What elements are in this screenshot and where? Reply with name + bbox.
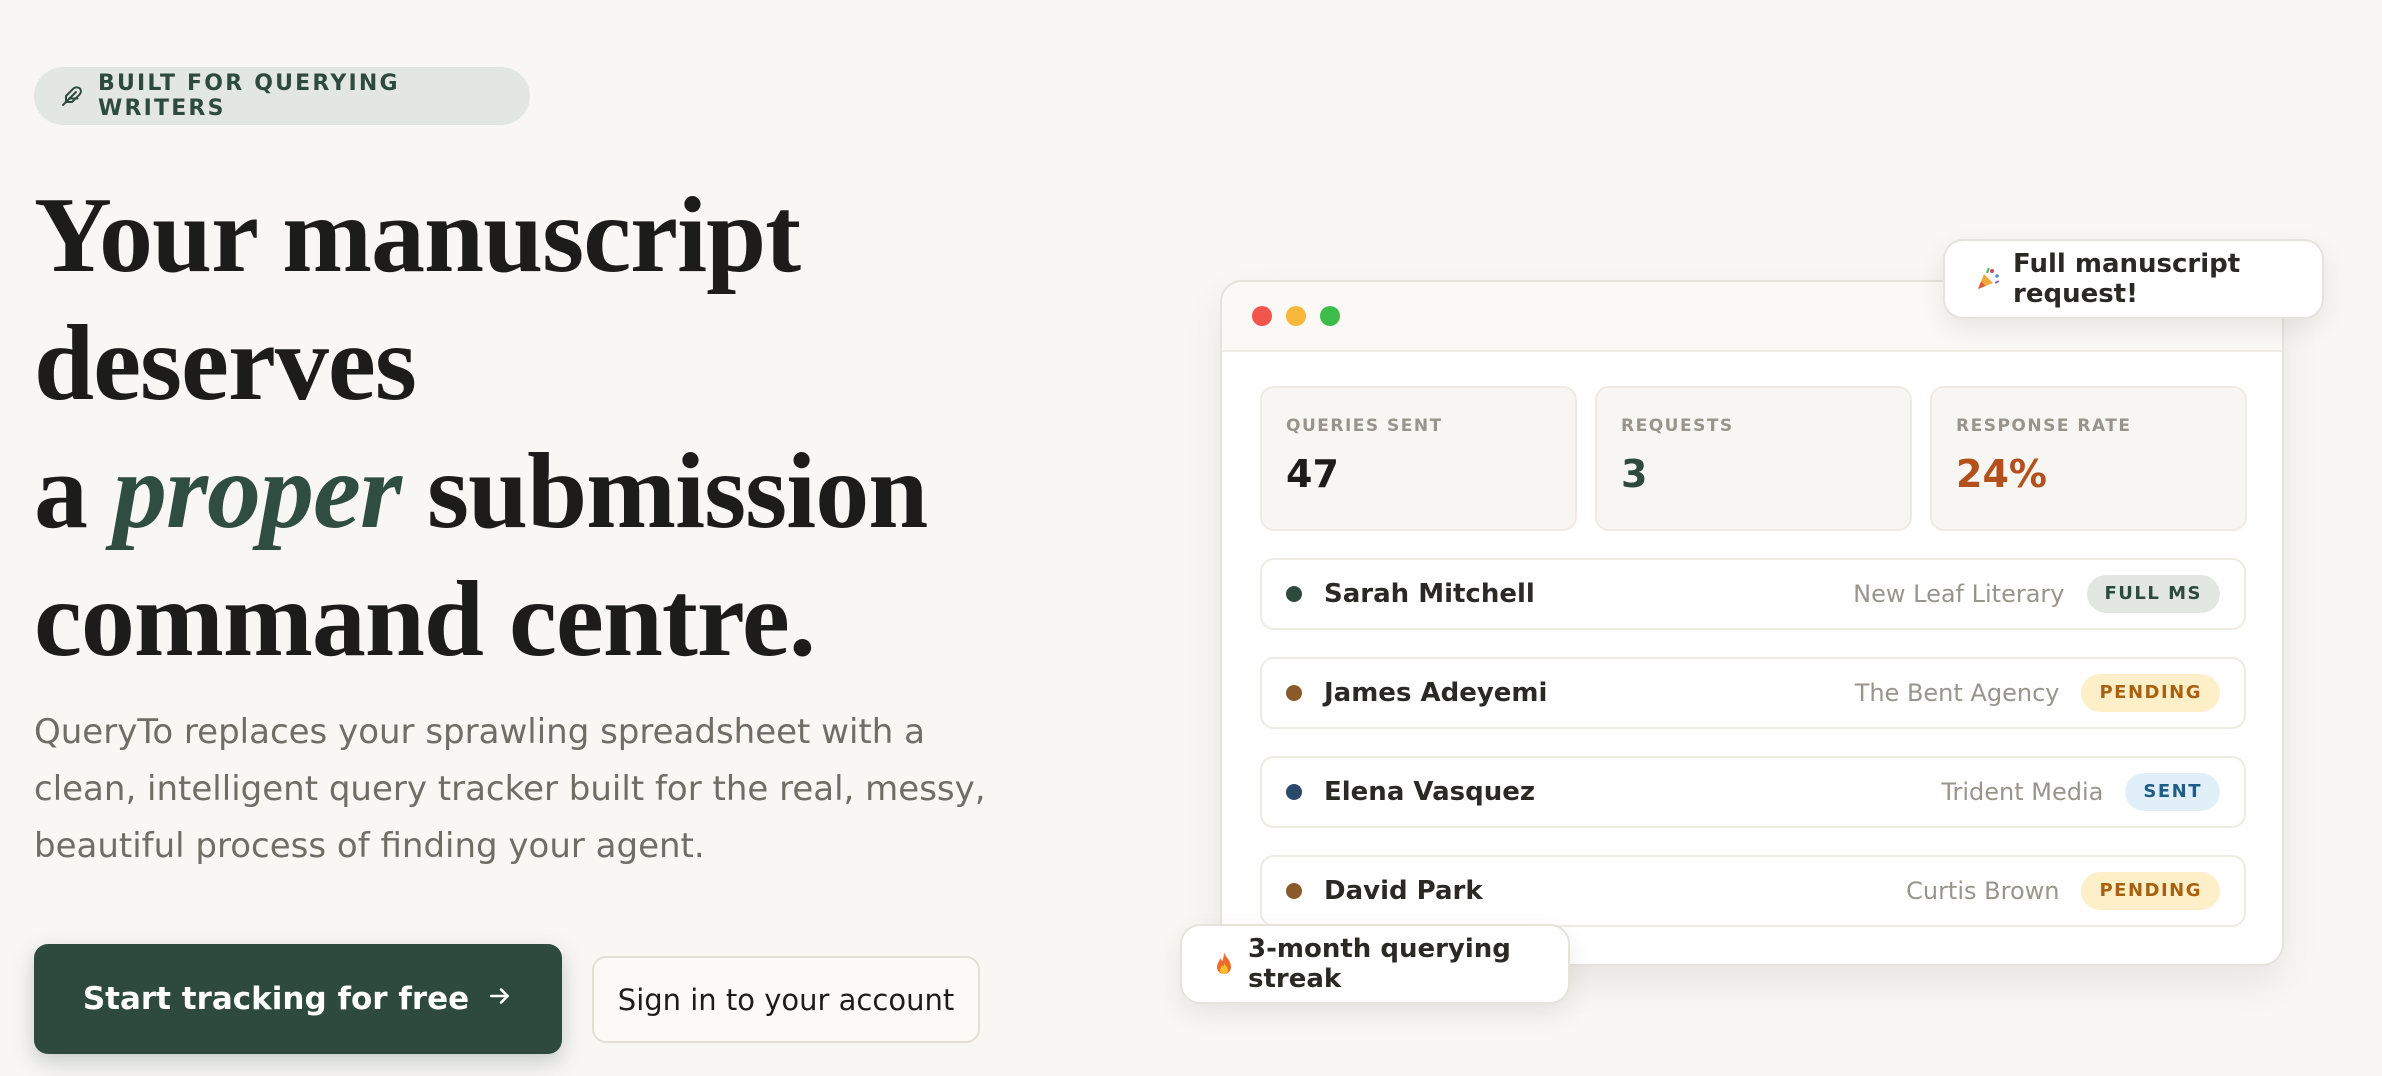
stat-label: RESPONSE RATE xyxy=(1956,416,2132,436)
agent-row[interactable]: David Park Curtis Brown PENDING xyxy=(1260,855,2246,927)
stat-value: 47 xyxy=(1286,452,1339,496)
sign-in-button[interactable]: Sign in to your account xyxy=(592,956,980,1043)
agent-name: Sarah Mitchell xyxy=(1324,579,1535,609)
status-dot xyxy=(1286,586,1302,602)
start-tracking-label: Start tracking for free xyxy=(82,981,470,1017)
agent-row[interactable]: Sarah Mitchell New Leaf Literary FULL MS xyxy=(1260,558,2246,630)
hero-subtitle: QueryTo replaces your sprawling spreadsh… xyxy=(34,712,986,866)
stat-value: 24% xyxy=(1956,452,2047,496)
sign-in-label: Sign in to your account xyxy=(617,982,955,1017)
status-badge: FULL MS xyxy=(2086,575,2220,613)
full-request-toast: Full manuscript request! xyxy=(1943,239,2324,319)
status-badge: PENDING xyxy=(2081,872,2220,910)
status-dot xyxy=(1286,784,1302,800)
minimize-dot xyxy=(1286,306,1306,326)
status-badge: PENDING xyxy=(2081,674,2220,712)
toast-text: Full manuscript request! xyxy=(2013,249,2241,309)
toast-text: 3-month querying streak xyxy=(1248,934,1511,994)
stat-label: QUERIES SENT xyxy=(1286,416,1443,436)
agent-row[interactable]: James Adeyemi The Bent Agency PENDING xyxy=(1260,657,2246,729)
headline-line-2: deserves xyxy=(34,304,417,423)
start-tracking-button[interactable]: Start tracking for free xyxy=(34,944,562,1054)
stat-value: 3 xyxy=(1621,452,1648,496)
stat-label: REQUESTS xyxy=(1621,416,1734,436)
arrow-right-icon xyxy=(487,982,513,1017)
app-preview-window: QUERIES SENT 47 REQUESTS 3 RESPONSE RATE… xyxy=(1220,280,2284,966)
headline-line-4: command centre. xyxy=(34,560,816,679)
feather-icon xyxy=(60,84,84,108)
agent-list: Sarah Mitchell New Leaf Literary FULL MS… xyxy=(1260,558,2246,954)
agency-name: Curtis Brown xyxy=(1906,877,2060,905)
maximize-dot xyxy=(1320,306,1340,326)
agent-name: Elena Vasquez xyxy=(1324,777,1536,807)
tagline-badge: BUILT FOR QUERYING WRITERS xyxy=(34,67,530,125)
headline-line-1: Your manuscript xyxy=(34,176,801,295)
badge-label: BUILT FOR QUERYING WRITERS xyxy=(98,71,400,121)
agent-row[interactable]: Elena Vasquez Trident Media SENT xyxy=(1260,756,2246,828)
close-dot xyxy=(1252,306,1272,326)
agency-name: Trident Media xyxy=(1941,778,2104,806)
headline-line-3-pre: a xyxy=(34,432,113,551)
hero-headline: Your manuscript deserves a proper submis… xyxy=(34,172,928,684)
status-dot xyxy=(1286,685,1302,701)
status-badge: SENT xyxy=(2125,773,2220,811)
status-dot xyxy=(1286,883,1302,899)
party-popper-icon xyxy=(1975,266,2001,292)
stat-card-requests: REQUESTS 3 xyxy=(1595,386,1912,531)
agent-name: David Park xyxy=(1324,876,1483,906)
agent-name: James Adeyemi xyxy=(1324,678,1548,708)
agency-name: The Bent Agency xyxy=(1854,679,2060,707)
agency-name: New Leaf Literary xyxy=(1853,580,2065,608)
stat-card-queries-sent: QUERIES SENT 47 xyxy=(1260,386,1577,531)
stat-card-response-rate: RESPONSE RATE 24% xyxy=(1930,386,2247,531)
stats-row: QUERIES SENT 47 REQUESTS 3 RESPONSE RATE… xyxy=(1260,386,2247,531)
headline-emphasis: proper xyxy=(113,432,402,551)
streak-toast: 3-month querying streak xyxy=(1180,924,1570,1004)
fire-icon xyxy=(1212,951,1236,977)
headline-line-3-post: submission xyxy=(401,432,928,551)
